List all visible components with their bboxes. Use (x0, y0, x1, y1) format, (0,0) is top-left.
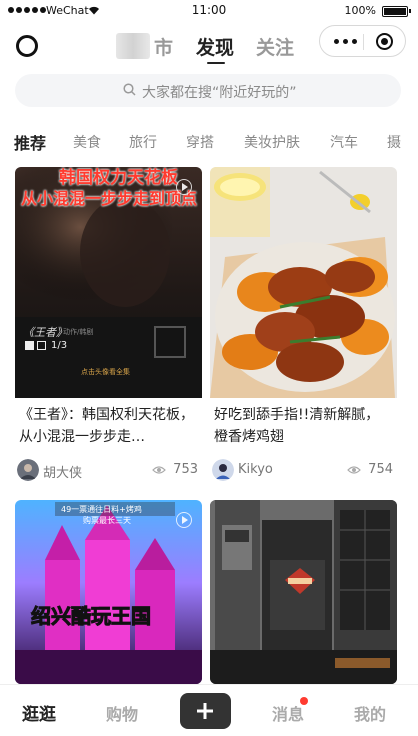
capsule-divider (363, 34, 364, 50)
episode-counter: 1/3 (25, 340, 67, 351)
checkbox-icon (25, 341, 34, 350)
category-tab-beauty[interactable]: 美妆护肤 (244, 132, 300, 152)
cover-banner-2: 购票最长三天 (83, 516, 131, 525)
active-tab-indicator (207, 62, 225, 64)
cover-hint: 点击头像看全集 (81, 368, 130, 376)
category-tab-car[interactable]: 汽车 (330, 132, 358, 152)
notification-dot (300, 697, 308, 705)
episode-count: 1/3 (51, 340, 68, 351)
feed-card[interactable]: 49一票通往日料+烤鸡 购票最长三天 绍兴酷玩王国 (15, 500, 202, 684)
battery-percent: 100% (344, 4, 376, 17)
category-tab-food[interactable]: 美食 (73, 132, 101, 152)
nav-browse[interactable]: 逛逛 (22, 700, 56, 725)
card-meta: 胡大侠 753 (17, 459, 198, 483)
card-cover-image (210, 167, 397, 398)
card-title: 好吃到舔手指!!清新解腻，橙香烤鸡翅 (214, 407, 380, 445)
feed-card[interactable] (210, 500, 397, 684)
close-target-icon[interactable] (376, 33, 393, 50)
avatar[interactable] (17, 459, 39, 481)
feed-card[interactable]: 好吃到舔手指!!清新解腻，橙香烤鸡翅 Kikyo 754 (210, 167, 397, 495)
search-placeholder: 大家都在搜“附近好玩的” (142, 85, 297, 101)
more-icon[interactable] (334, 39, 357, 44)
author-name[interactable]: 胡大侠 (43, 462, 82, 481)
cover-headline: 绍兴酷玩王国 (31, 604, 152, 629)
video-play-icon (176, 512, 192, 528)
video-play-icon (176, 179, 192, 195)
plus-icon (197, 703, 213, 719)
city-name-blurred[interactable] (116, 33, 150, 59)
category-tab-photo[interactable]: 摄 (387, 132, 401, 152)
cover-tag-sub: 动作/韩剧 (63, 328, 94, 336)
tab-follow[interactable]: 关注 (256, 33, 294, 60)
miniprogram-capsule (319, 25, 406, 57)
card-cover-image (15, 500, 202, 684)
tab-discover[interactable]: 发现 (196, 33, 234, 60)
search-icon (123, 83, 136, 96)
ring-icon[interactable] (16, 35, 38, 57)
card-meta: Kikyo 754 (212, 459, 393, 483)
avatar[interactable] (212, 459, 234, 481)
tab-city[interactable]: 市 (154, 33, 173, 60)
cover-banner: 49一票通往日料+烤鸡 (61, 505, 142, 514)
nav-profile[interactable]: 我的 (354, 701, 386, 725)
cover-headline-2: 从小混混一步步走到顶点 (21, 189, 198, 208)
category-tab-recommend[interactable]: 推荐 (14, 130, 46, 154)
checkbox-icon (37, 341, 46, 350)
category-tab-outfit[interactable]: 穿搭 (186, 132, 214, 152)
view-count: 754 (368, 462, 393, 477)
author-name[interactable]: Kikyo (238, 462, 273, 477)
bottom-navigation: 逛逛 购物 消息 我的 (0, 684, 418, 736)
card-cover-image (210, 500, 397, 684)
cover-tag: 《王者》 (23, 326, 67, 339)
eye-icon (152, 466, 166, 474)
status-bar: WeChat 11:00 100% (0, 0, 418, 24)
search-bar[interactable]: 大家都在搜“附近好玩的” (15, 74, 401, 107)
card-title: 《王者》：韩国权利天花板，从小混混一步步走… (19, 407, 194, 445)
eye-icon (347, 466, 361, 474)
battery-icon (382, 6, 411, 17)
nav-shopping[interactable]: 购物 (106, 701, 138, 725)
publish-button[interactable] (180, 693, 231, 729)
nav-messages[interactable]: 消息 (272, 701, 304, 725)
top-header: 市 发现 关注 (0, 24, 418, 68)
feed-card[interactable]: 韩国权力天花板 从小混混一步步走到顶点 《王者》 动作/韩剧 1/3 点击头像看… (15, 167, 202, 495)
view-count: 753 (173, 462, 198, 477)
category-tabs: 推荐 美食 旅行 穿搭 美妆护肤 汽车 摄 (0, 122, 418, 162)
category-tab-travel[interactable]: 旅行 (129, 132, 157, 152)
